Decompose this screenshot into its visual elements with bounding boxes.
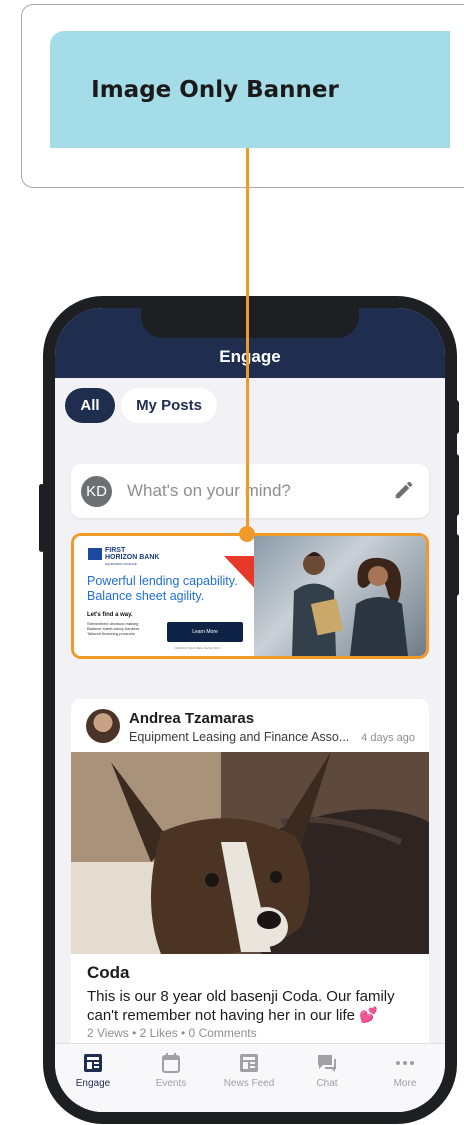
pencil-icon[interactable] (393, 479, 415, 501)
chat-icon (318, 1055, 336, 1072)
calendar-icon (162, 1053, 180, 1073)
post-card[interactable]: Andrea Tzamaras Equipment Leasing and Fi… (71, 699, 429, 1059)
side-button-top (453, 400, 459, 434)
side-button-mid (453, 454, 459, 516)
person-illustration (350, 557, 408, 656)
side-button-low (453, 534, 459, 596)
phone-frame: Engage All My Posts KD What's on your mi… (39, 296, 459, 1124)
phone-screen: Engage All My Posts KD What's on your mi… (55, 308, 445, 1112)
post-stats: 2 Views • 2 Likes • 0 Comments (87, 1026, 257, 1040)
volume-button (39, 484, 44, 552)
ad-bank-name-line1: FIRST (105, 547, 126, 554)
ad-headline-2: Balance sheet agility. (87, 589, 205, 603)
tab-engage[interactable]: Engage (63, 1052, 123, 1089)
tab-chat[interactable]: Chat (297, 1052, 357, 1089)
tab-label: Events (155, 1078, 187, 1089)
ad-tagline: Let's find a way. (87, 612, 133, 618)
compose-post-field[interactable]: KD What's on your mind? (71, 464, 429, 518)
ad-bullets: Streamlined decision-making Balance shee… (87, 621, 139, 636)
image-only-banner-ad[interactable]: FIRST HORIZON BANK EQUIPMENT FINANCE Pow… (71, 533, 429, 659)
ad-learn-more-button[interactable]: Learn More (167, 622, 243, 642)
ad-bank-name: FIRST HORIZON BANK (105, 547, 159, 561)
annotation-connector-dot (239, 526, 255, 542)
ad-headline-1: Powerful lending capability. (87, 574, 238, 588)
tab-label: News Feed (223, 1078, 275, 1089)
engage-icon (84, 1054, 102, 1072)
ad-bullet: Tailored financing products (87, 631, 135, 636)
person-illustration (292, 552, 344, 656)
tab-label: More (393, 1078, 417, 1089)
post-author[interactable]: Andrea Tzamaras (129, 710, 254, 727)
post-timestamp: 4 days ago (361, 732, 415, 744)
bank-logo-icon (88, 548, 102, 560)
tab-label: Chat (316, 1078, 338, 1089)
ad-bank-name-line2: HORIZON BANK (105, 554, 160, 561)
tab-label: Engage (75, 1078, 111, 1089)
annotation-connector-line (246, 148, 249, 533)
page-title: Engage (219, 347, 281, 366)
post-title: Coda (87, 963, 130, 982)
avatar: KD (81, 476, 112, 507)
tab-events[interactable]: Events (141, 1052, 201, 1089)
post-body: This is our 8 year old basenji Coda. Our… (87, 988, 395, 1024)
dog-photo-illustration (71, 752, 429, 954)
annotation-label: Image Only Banner (91, 76, 339, 103)
more-icon (396, 1061, 414, 1065)
filter-all-button[interactable]: All (65, 388, 115, 423)
phone-notch (141, 308, 359, 338)
ad-photo (254, 536, 426, 656)
bottom-tab-bar: Engage Events News Feed Chat More (55, 1043, 445, 1112)
annotation-label-box: Image Only Banner (50, 31, 450, 148)
ad-text-panel: FIRST HORIZON BANK EQUIPMENT FINANCE Pow… (74, 536, 254, 656)
post-image[interactable] (71, 752, 429, 954)
post-group[interactable]: Equipment Leasing and Finance Asso... (129, 730, 349, 744)
avatar[interactable] (86, 709, 120, 743)
news-feed-icon (240, 1054, 258, 1072)
tab-news-feed[interactable]: News Feed (219, 1052, 279, 1089)
ad-bank-subtitle: EQUIPMENT FINANCE (105, 562, 137, 566)
compose-placeholder: What's on your mind? (127, 481, 291, 500)
filter-my-posts-button[interactable]: My Posts (121, 388, 217, 423)
tab-more[interactable]: More (375, 1052, 435, 1089)
ad-fineprint: ©2023 First Horizon Bank. Member FDIC. (174, 647, 221, 650)
